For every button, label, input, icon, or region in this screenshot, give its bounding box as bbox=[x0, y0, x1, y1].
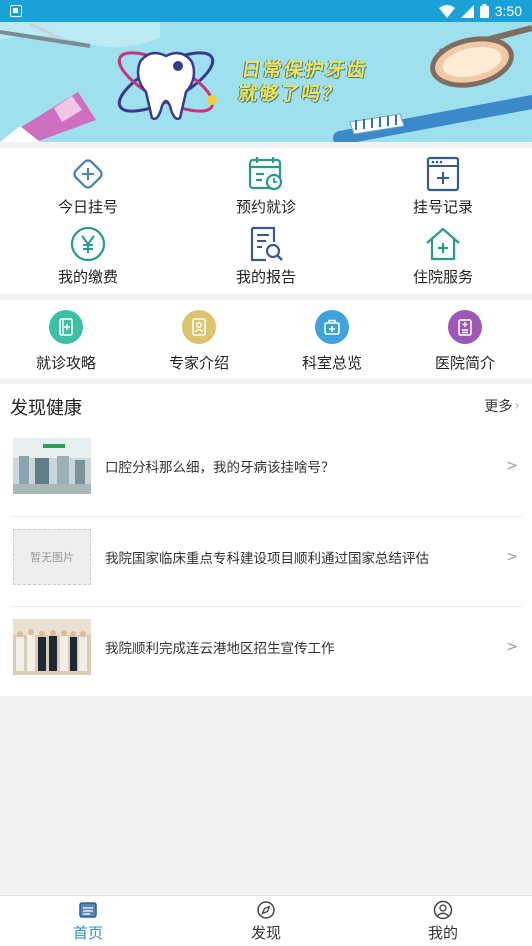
banner-title: 日常保护牙齿 就够了吗？ bbox=[237, 58, 370, 106]
quick-item-today-register[interactable]: 今日挂号 bbox=[28, 154, 148, 217]
tab-discover[interactable]: 发现 bbox=[226, 900, 306, 943]
news-item[interactable]: 口腔分科那么细，我的牙病该挂啥号？ > bbox=[10, 422, 522, 510]
banner-title-line2: 就够了吗？ bbox=[236, 83, 345, 105]
tab-label: 首页 bbox=[72, 924, 103, 942]
info-item-visit-guide[interactable]: 就诊攻略 bbox=[6, 310, 126, 373]
news-thumbnail bbox=[13, 438, 91, 494]
guide-book-icon bbox=[49, 310, 83, 344]
register-record-icon bbox=[426, 156, 460, 192]
user-icon bbox=[433, 900, 453, 920]
quick-service-panel: 今日挂号 预约就诊 挂号记录 我的缴费 我的报告 住院服务 bbox=[0, 148, 532, 294]
hospital-house-icon bbox=[426, 227, 460, 261]
quick-item-inpatient-service[interactable]: 住院服务 bbox=[383, 224, 503, 287]
info-item-expert-intro[interactable]: 专家介绍 bbox=[139, 310, 259, 373]
info-item-label: 医院简介 bbox=[434, 354, 495, 372]
tab-mine[interactable]: 我的 bbox=[403, 900, 483, 943]
bottom-tab-bar: 首页 发现 我的 bbox=[0, 895, 532, 946]
signal-icon bbox=[460, 4, 474, 18]
battery-icon bbox=[479, 4, 489, 18]
quick-item-appointment[interactable]: 预约就诊 bbox=[206, 154, 326, 217]
quick-item-label: 住院服务 bbox=[412, 268, 473, 286]
notification-app-icon bbox=[10, 5, 22, 17]
info-item-hospital-intro[interactable]: 医院简介 bbox=[405, 310, 525, 373]
chevron-right-icon: > bbox=[506, 549, 518, 565]
tab-label: 发现 bbox=[250, 924, 281, 942]
chevron-right-icon: › bbox=[514, 398, 520, 414]
status-time: 3:50 bbox=[494, 3, 522, 19]
status-bar: 3:50 bbox=[0, 0, 532, 22]
yen-coin-icon bbox=[70, 226, 106, 262]
news-title: 我院国家临床重点专科建设项目顺利通过国家总结评估 bbox=[105, 551, 429, 567]
tab-home[interactable]: 首页 bbox=[48, 900, 128, 943]
quick-item-label: 我的报告 bbox=[235, 268, 296, 286]
report-search-icon bbox=[250, 226, 283, 262]
chevron-right-icon: > bbox=[506, 639, 518, 655]
info-item-label: 就诊攻略 bbox=[35, 354, 96, 372]
quick-item-label: 今日挂号 bbox=[57, 198, 118, 216]
info-item-label: 科室总览 bbox=[301, 354, 362, 372]
medical-kit-icon bbox=[315, 310, 349, 344]
news-thumbnail bbox=[13, 619, 91, 675]
add-diamond-icon bbox=[73, 159, 103, 189]
wifi-icon bbox=[438, 4, 455, 18]
section-title: 发现健康 bbox=[10, 398, 82, 419]
more-label: 更多 bbox=[484, 399, 513, 415]
news-thumbnail-placeholder: 暂无图片 bbox=[13, 529, 91, 585]
info-item-label: 专家介绍 bbox=[168, 354, 229, 372]
promo-banner[interactable]: 日常保护牙齿 就够了吗？ bbox=[0, 22, 532, 142]
news-item[interactable]: 暂无图片 我院国家临床重点专科建设项目顺利通过国家总结评估 > bbox=[10, 513, 522, 601]
info-item-department-overview[interactable]: 科室总览 bbox=[272, 310, 392, 373]
hospital-info-icon bbox=[448, 310, 482, 344]
quick-item-label: 挂号记录 bbox=[412, 198, 473, 216]
calendar-clock-icon bbox=[248, 157, 283, 191]
discover-health-section: 发现健康 更多 › 口腔分科那么细，我的牙病该挂啥号？ > 暂无图片 我院国家临… bbox=[0, 384, 532, 696]
news-item[interactable]: 我院顺利完成连云港地区招生宣传工作 > bbox=[10, 603, 522, 691]
chevron-right-icon: > bbox=[506, 458, 518, 474]
quick-item-my-report[interactable]: 我的报告 bbox=[206, 224, 326, 287]
quick-item-my-payment[interactable]: 我的缴费 bbox=[28, 224, 148, 287]
expert-id-icon bbox=[182, 310, 216, 344]
home-icon bbox=[79, 902, 97, 918]
compass-icon bbox=[257, 901, 275, 919]
quick-item-register-record[interactable]: 挂号记录 bbox=[383, 154, 503, 217]
news-title: 口腔分科那么细，我的牙病该挂啥号？ bbox=[105, 460, 335, 476]
placeholder-text: 暂无图片 bbox=[30, 551, 74, 564]
hospital-info-panel: 就诊攻略 专家介绍 科室总览 医院简介 bbox=[0, 300, 532, 378]
tab-label: 我的 bbox=[427, 924, 458, 942]
more-link[interactable]: 更多 › bbox=[484, 396, 520, 416]
quick-item-label: 预约就诊 bbox=[235, 198, 296, 216]
quick-item-label: 我的缴费 bbox=[57, 268, 118, 286]
news-title: 我院顺利完成连云港地区招生宣传工作 bbox=[105, 641, 335, 657]
banner-title-line1: 日常保护牙齿 bbox=[240, 59, 370, 81]
